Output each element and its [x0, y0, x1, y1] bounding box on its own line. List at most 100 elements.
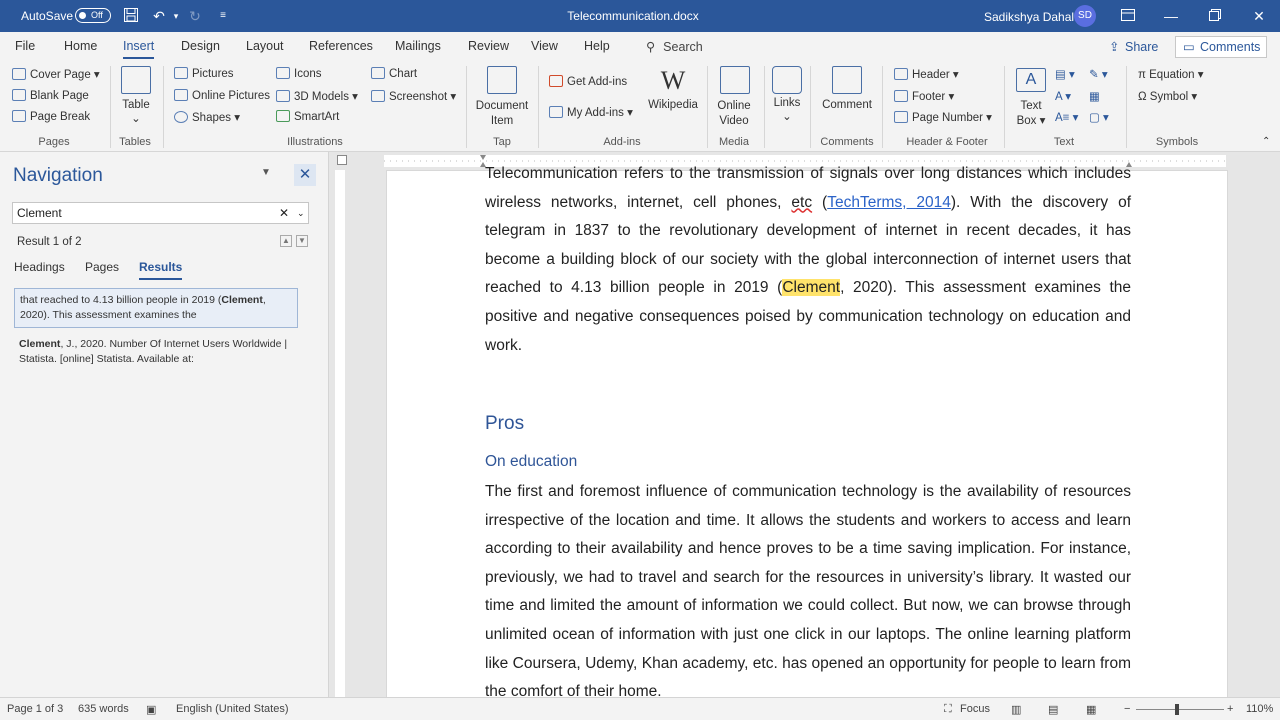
- zoom-level[interactable]: 110%: [1246, 703, 1273, 715]
- web-layout-icon[interactable]: ▦: [1086, 703, 1096, 716]
- my-addins-label: My Add-ins: [567, 107, 624, 119]
- zoom-out-button[interactable]: −: [1124, 703, 1130, 715]
- paragraph-intro[interactable]: Telecommunication refers to the transmis…: [485, 160, 1131, 360]
- group-label-addins: Add-ins: [603, 136, 641, 148]
- next-result-icon[interactable]: ▼: [296, 235, 308, 247]
- tab-references[interactable]: References: [309, 39, 373, 53]
- print-layout-icon[interactable]: ▤: [1048, 703, 1058, 716]
- drop-cap-icon[interactable]: A≡ ▾: [1055, 110, 1078, 124]
- share-button[interactable]: ⇪ Share: [1105, 36, 1167, 58]
- collapse-ribbon-icon[interactable]: ⌃: [1262, 136, 1270, 147]
- table-icon: [121, 66, 151, 94]
- online-video-button[interactable]: Online Video: [710, 99, 758, 129]
- zoom-slider[interactable]: [1136, 709, 1224, 710]
- tab-review[interactable]: Review: [468, 39, 509, 53]
- shapes-icon: [174, 111, 188, 123]
- date-time-icon[interactable]: ▦: [1089, 89, 1100, 103]
- footer-button[interactable]: Footer ▾: [894, 89, 954, 103]
- close-window-icon[interactable]: ✕: [1250, 7, 1268, 25]
- read-mode-icon[interactable]: ▥: [1011, 703, 1021, 716]
- new-comment-button[interactable]: Comment: [817, 99, 877, 111]
- wordart-icon[interactable]: A ▾: [1055, 89, 1071, 103]
- minimize-icon[interactable]: —: [1162, 7, 1180, 25]
- avatar[interactable]: SD: [1074, 5, 1096, 27]
- tab-pages[interactable]: Pages: [85, 260, 119, 274]
- pictures-button[interactable]: Pictures: [174, 67, 234, 80]
- links-button[interactable]: Links ⌄: [766, 97, 808, 123]
- quick-parts-icon[interactable]: ▤ ▾: [1055, 67, 1075, 81]
- spelling-flag[interactable]: etc: [791, 194, 812, 211]
- document-area[interactable]: Telecommunication refers to the transmis…: [330, 152, 1280, 697]
- signature-line-icon[interactable]: ✎ ▾: [1089, 67, 1108, 81]
- paragraph-education[interactable]: The first and foremost influence of comm…: [485, 478, 1131, 697]
- word-count[interactable]: 635 words: [78, 703, 129, 715]
- tab-help[interactable]: Help: [584, 39, 610, 53]
- focus-mode-button[interactable]: Focus: [960, 703, 990, 715]
- restore-icon[interactable]: [1206, 7, 1224, 25]
- zoom-in-button[interactable]: +: [1227, 703, 1233, 715]
- get-addins-button[interactable]: Get Add-ins: [549, 75, 627, 88]
- table-button[interactable]: Table ⌄: [116, 99, 156, 125]
- 3d-models-button[interactable]: 3D Models ▾: [276, 89, 358, 103]
- heading-pros[interactable]: Pros: [485, 413, 524, 435]
- tab-design[interactable]: Design: [181, 39, 220, 53]
- document-item-label-1: Document: [475, 100, 529, 112]
- tab-file[interactable]: File: [15, 39, 35, 53]
- navigation-search-input[interactable]: Clement ✕ ⌄: [12, 202, 309, 224]
- comments-label: Comments: [1200, 40, 1261, 54]
- tab-results[interactable]: Results: [139, 260, 183, 280]
- icons-button[interactable]: Icons: [276, 67, 322, 80]
- smartart-label: SmartArt: [294, 111, 340, 123]
- chart-label: Chart: [389, 68, 418, 80]
- text-box-button[interactable]: Text Box ▾: [1010, 99, 1052, 129]
- nav-options-icon[interactable]: ▼: [261, 167, 271, 178]
- wikipedia-button[interactable]: Wikipedia: [643, 99, 703, 111]
- heading-on-education[interactable]: On education: [485, 453, 577, 471]
- text-box-label-2: Box: [1016, 115, 1037, 127]
- tab-layout[interactable]: Layout: [246, 39, 284, 53]
- zoom-slider-handle[interactable]: [1175, 704, 1179, 715]
- search-result-item[interactable]: Clement, J., 2020. Number Of Internet Us…: [19, 337, 303, 367]
- clear-search-icon[interactable]: ✕: [279, 203, 289, 223]
- search-result-item[interactable]: that reached to 4.13 billion people in 2…: [14, 288, 298, 328]
- proofing-icon[interactable]: ▣: [146, 703, 156, 716]
- document-page[interactable]: Telecommunication refers to the transmis…: [386, 165, 1228, 697]
- page-count[interactable]: Page 1 of 3: [7, 703, 63, 715]
- language[interactable]: English (United States): [176, 703, 289, 715]
- tab-view[interactable]: View: [531, 39, 558, 53]
- cover-page-button[interactable]: Cover Page ▾: [12, 67, 100, 81]
- blank-page-button[interactable]: Blank Page: [12, 89, 89, 102]
- tab-mailings[interactable]: Mailings: [395, 39, 441, 53]
- document-item-button[interactable]: Document Item: [472, 99, 532, 129]
- shapes-button[interactable]: Shapes ▾: [174, 110, 240, 124]
- tab-insert[interactable]: Insert: [123, 39, 155, 59]
- chart-button[interactable]: Chart: [371, 67, 417, 80]
- navigation-pane: Navigation ▼ ✕ Clement ✕ ⌄ Result 1 of 2…: [0, 152, 329, 697]
- screenshot-button[interactable]: Screenshot ▾: [371, 89, 456, 103]
- tell-me-search[interactable]: ⚲ Search: [646, 39, 703, 54]
- equation-button[interactable]: π Equation ▾: [1138, 67, 1204, 81]
- tab-home[interactable]: Home: [64, 39, 97, 53]
- tab-headings[interactable]: Headings: [14, 260, 65, 274]
- online-video-label-2: Video: [719, 115, 749, 127]
- page-number-button[interactable]: Page Number ▾: [894, 110, 992, 124]
- my-addins-button[interactable]: My Add-ins ▾: [549, 105, 633, 119]
- user-name[interactable]: Sadikshya Dahal: [984, 10, 1074, 24]
- group-label-media: Media: [719, 136, 749, 148]
- status-bar: Page 1 of 3 635 words ▣ English (United …: [0, 697, 1280, 720]
- header-button[interactable]: Header ▾: [894, 67, 959, 81]
- online-pictures-button[interactable]: Online Pictures: [174, 89, 270, 102]
- search-options-icon[interactable]: ⌄: [297, 203, 305, 223]
- document-item-icon: [487, 66, 517, 94]
- ribbon: Cover Page ▾ Blank Page Page Break Pages…: [0, 60, 1280, 152]
- object-icon[interactable]: ▢ ▾: [1089, 110, 1109, 124]
- close-icon[interactable]: ✕: [294, 164, 316, 186]
- page-break-button[interactable]: Page Break: [12, 110, 90, 123]
- citation-link[interactable]: TechTerms, 2014: [827, 194, 951, 211]
- ribbon-display-options-icon[interactable]: [1119, 7, 1137, 25]
- smartart-button[interactable]: SmartArt: [276, 110, 339, 123]
- 3d-models-label: 3D Models: [294, 91, 349, 103]
- previous-result-icon[interactable]: ▲: [280, 235, 292, 247]
- comments-button[interactable]: ▭ Comments: [1175, 36, 1267, 58]
- symbol-button[interactable]: Ω Symbol ▾: [1138, 89, 1197, 103]
